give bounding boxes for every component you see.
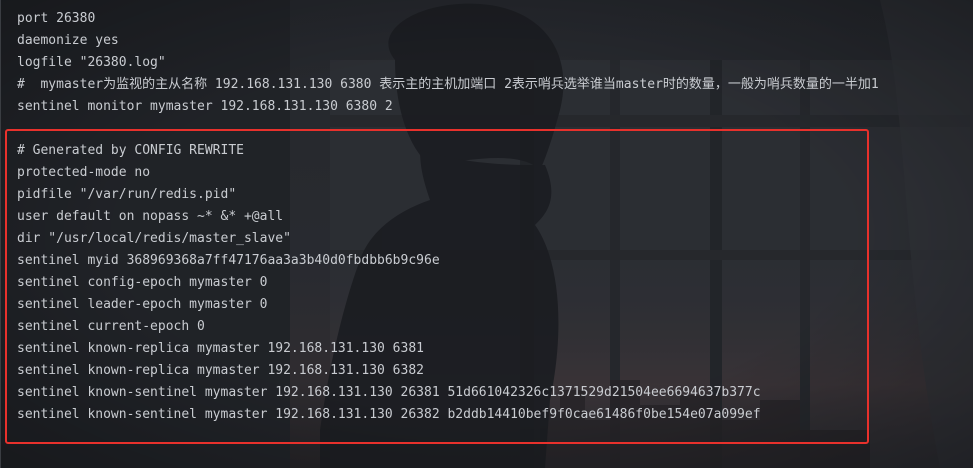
code-line-logfile[interactable]: logfile "26380.log" xyxy=(17,52,166,74)
code-line-port[interactable]: port 26380 xyxy=(17,8,95,30)
code-line-dir[interactable]: dir "/usr/local/redis/master_slave" xyxy=(17,228,291,250)
code-line-known-replica-6382[interactable]: sentinel known-replica mymaster 192.168.… xyxy=(17,360,424,382)
code-line-current-epoch[interactable]: sentinel current-epoch 0 xyxy=(17,316,205,338)
code-editor[interactable]: port 26380 daemonize yes logfile "26380.… xyxy=(0,0,973,468)
editor-left-edge xyxy=(0,0,1,468)
code-line-comment-monitor[interactable]: # mymaster为监视的主从名称 192.168.131.130 6380 … xyxy=(17,74,879,96)
code-line-known-sentinel-26382[interactable]: sentinel known-sentinel mymaster 192.168… xyxy=(17,404,761,426)
code-line-leader-epoch[interactable]: sentinel leader-epoch mymaster 0 xyxy=(17,294,267,316)
code-line-pidfile[interactable]: pidfile "/var/run/redis.pid" xyxy=(17,184,236,206)
code-line-sentinel-monitor[interactable]: sentinel monitor mymaster 192.168.131.13… xyxy=(17,96,393,118)
code-line-myid[interactable]: sentinel myid 368969368a7ff47176aa3a3b40… xyxy=(17,250,440,272)
code-line-generated-comment[interactable]: # Generated by CONFIG REWRITE xyxy=(17,140,244,162)
code-line-known-sentinel-26381[interactable]: sentinel known-sentinel mymaster 192.168… xyxy=(17,382,761,404)
code-line-known-replica-6381[interactable]: sentinel known-replica mymaster 192.168.… xyxy=(17,338,424,360)
code-line-user[interactable]: user default on nopass ~* &* +@all xyxy=(17,206,283,228)
code-line-protected-mode[interactable]: protected-mode no xyxy=(17,162,150,184)
code-line-daemonize[interactable]: daemonize yes xyxy=(17,30,119,52)
code-line-config-epoch[interactable]: sentinel config-epoch mymaster 0 xyxy=(17,272,267,294)
